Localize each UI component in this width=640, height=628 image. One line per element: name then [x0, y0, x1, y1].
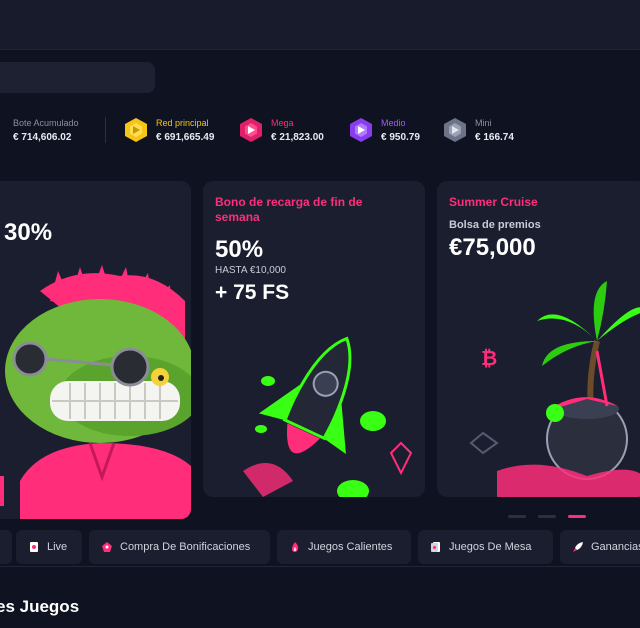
category-tab-winnings[interactable]: Ganancias: [560, 530, 640, 564]
carousel-indicator: [0, 515, 640, 519]
bonus-icon: [102, 542, 112, 552]
flame-icon: [292, 542, 299, 552]
jackpot-mini[interactable]: Mini € 166.74: [442, 108, 514, 152]
purple-gem-icon: [350, 118, 372, 142]
carousel-dot[interactable]: [538, 515, 556, 518]
promo-card-reload-bonus[interactable]: Bono de recarga de fin de semana 50% HAS…: [203, 181, 425, 497]
jackpot-main[interactable]: Red principal € 691,665.49: [123, 108, 214, 152]
jackpot-value: € 950.79: [381, 131, 420, 143]
search-input[interactable]: [0, 62, 155, 93]
category-label: Ganancias: [591, 541, 640, 553]
category-tab-bonus-buy[interactable]: Compra De Bonificaciones: [89, 530, 270, 564]
jackpot-name: Medio: [381, 117, 406, 128]
jackpot-value: € 21,823.00: [271, 131, 324, 143]
jackpot-name: Red principal: [156, 117, 209, 128]
promo-card-summer-cruise[interactable]: Summer Cruise Bolsa de premios €75,000 ₿: [437, 181, 640, 497]
jackpot-bar: Bote Acumulado € 714,606.02 Red principa…: [0, 108, 640, 152]
dino-mascot-image: [0, 265, 191, 519]
gold-gem-icon: [125, 118, 147, 142]
coconut-drink-illustration: ₿: [469, 281, 640, 497]
card-icon: [30, 542, 38, 552]
section-title: es Juegos: [0, 597, 80, 616]
category-tab-partial[interactable]: [0, 530, 12, 564]
category-tab-hot-games[interactable]: Juegos Calientes: [277, 530, 411, 564]
jackpot-value: € 166.74: [475, 131, 514, 143]
jackpot-name: Mini: [475, 117, 492, 128]
carousel-dot-active[interactable]: [568, 515, 586, 518]
divider: [0, 566, 640, 567]
category-label: Live: [47, 541, 68, 553]
jackpot-medio[interactable]: Medio € 950.79: [348, 108, 420, 152]
jackpot-total: Bote Acumulado € 714,606.02: [13, 108, 79, 152]
category-tab-live[interactable]: Live: [16, 530, 82, 564]
category-label: Juegos De Mesa: [449, 541, 532, 553]
jackpot-value: € 714,606.02: [13, 131, 72, 143]
jackpot-value: € 691,665.49: [156, 131, 215, 143]
category-tab-table-games[interactable]: Juegos De Mesa: [418, 530, 553, 564]
jackpot-name: Mega: [271, 117, 294, 128]
jackpot-mega[interactable]: Mega € 21,823.00: [238, 108, 324, 152]
category-label: Juegos Calientes: [308, 541, 393, 553]
carousel-dot[interactable]: [508, 515, 526, 518]
svg-text:₿: ₿: [481, 346, 497, 370]
category-nav: Live Compra De Bonificaciones Juegos Cal…: [0, 530, 640, 566]
jackpot-name: Bote Acumulado: [13, 117, 79, 128]
rocket-icon: [573, 542, 583, 552]
silver-gem-icon: [444, 118, 466, 142]
top-header: [0, 0, 640, 50]
rocket-illustration: [243, 336, 413, 497]
cards-icon: [431, 542, 440, 552]
promo-card-dino[interactable]: 30%: [0, 181, 191, 519]
divider: [105, 117, 106, 143]
category-label: Compra De Bonificaciones: [120, 541, 251, 553]
pink-gem-icon: [240, 118, 262, 142]
